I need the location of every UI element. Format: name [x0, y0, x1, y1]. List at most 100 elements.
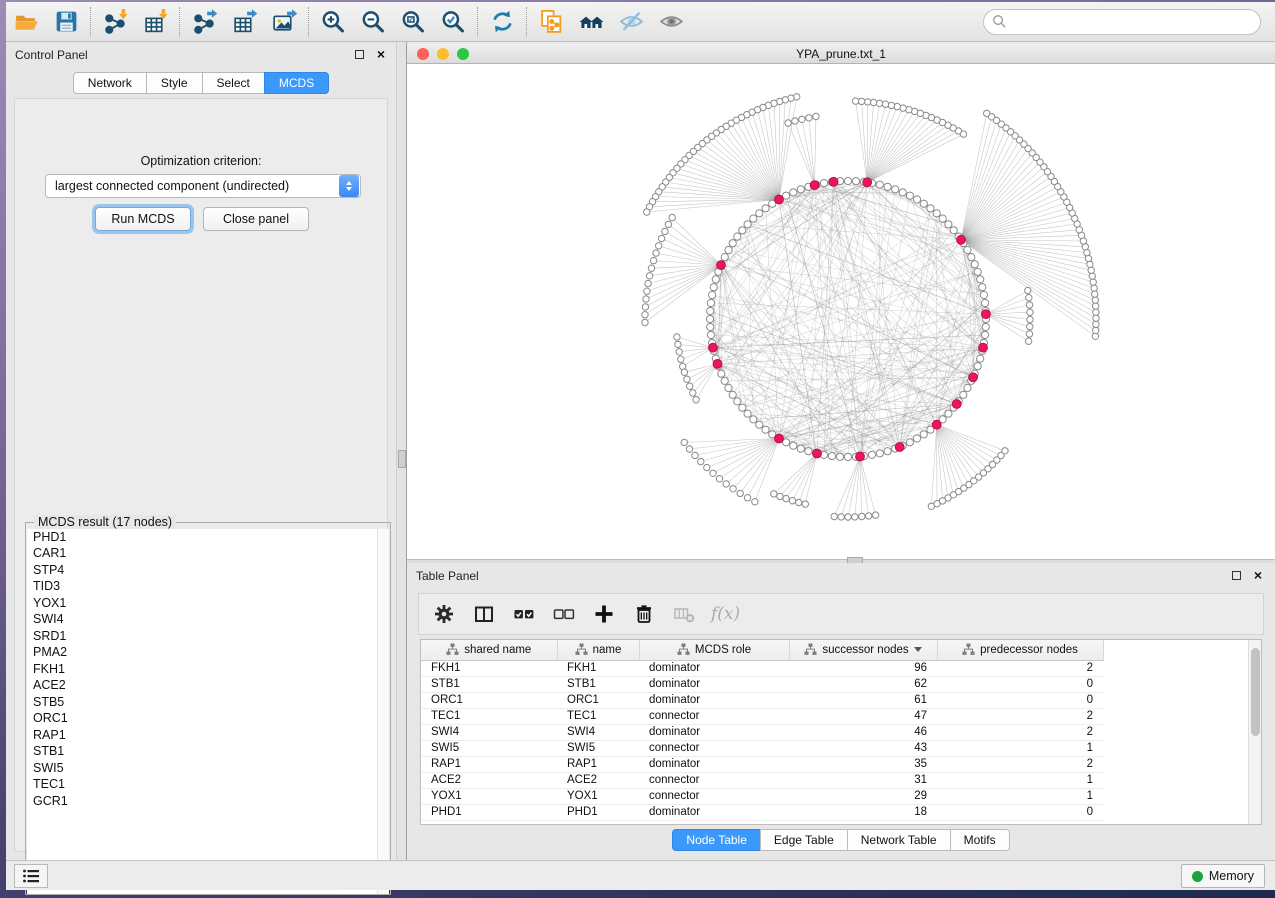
graph-node[interactable] — [756, 210, 763, 217]
graph-node[interactable] — [899, 189, 906, 196]
graph-node[interactable] — [968, 254, 975, 261]
tab-network-table[interactable]: Network Table — [847, 829, 950, 851]
cell-shared_name[interactable]: STB1 — [421, 676, 557, 692]
graph-leaf-node[interactable] — [882, 101, 888, 107]
mcds-result-item[interactable]: YOX1 — [27, 595, 379, 612]
graph-leaf-node[interactable] — [1088, 267, 1094, 273]
column-header-MCDS-role[interactable]: MCDS role — [639, 640, 789, 660]
graph-node[interactable] — [709, 291, 716, 298]
mcds-result-item[interactable]: SWI4 — [27, 612, 379, 629]
graph-leaf-node[interactable] — [642, 312, 648, 318]
cell-successor_nodes[interactable]: 62 — [789, 676, 937, 692]
graph-node[interactable] — [974, 363, 981, 370]
graph-node[interactable] — [712, 276, 719, 283]
graph-leaf-node[interactable] — [1093, 321, 1099, 327]
graph-node[interactable] — [920, 431, 927, 438]
graph-mcds-node[interactable] — [717, 261, 726, 270]
graph-leaf-node[interactable] — [796, 499, 802, 505]
graph-node[interactable] — [906, 439, 913, 446]
graph-leaf-node[interactable] — [1092, 297, 1098, 303]
graph-leaf-node[interactable] — [737, 490, 743, 496]
graph-leaf-node[interactable] — [1092, 333, 1098, 339]
graph-node[interactable] — [828, 453, 835, 460]
graph-leaf-node[interactable] — [1090, 279, 1096, 285]
cell-predecessor_nodes[interactable]: 1 — [937, 788, 1103, 804]
graph-node[interactable] — [710, 284, 717, 291]
network-graph[interactable] — [407, 64, 1275, 559]
close-panel-button[interactable]: × — [374, 47, 388, 61]
graph-node[interactable] — [945, 410, 952, 417]
graph-node[interactable] — [797, 186, 804, 193]
tab-motifs[interactable]: Motifs — [950, 829, 1010, 851]
optimization-criterion-select[interactable]: largest connected component (undirected) — [45, 174, 361, 198]
graph-node[interactable] — [927, 205, 934, 212]
cell-shared_name[interactable]: ORC1 — [421, 692, 557, 708]
run-mcds-button[interactable]: Run MCDS — [95, 207, 191, 231]
graph-leaf-node[interactable] — [806, 115, 812, 121]
graph-leaf-node[interactable] — [859, 513, 865, 519]
graph-leaf-node[interactable] — [858, 98, 864, 104]
graph-node[interactable] — [876, 181, 883, 188]
export-network-button[interactable] — [184, 5, 224, 39]
graph-node[interactable] — [868, 451, 875, 458]
column-header-shared-name[interactable]: shared name — [421, 640, 557, 660]
cell-name[interactable]: FKH1 — [557, 660, 639, 676]
columns-button[interactable] — [471, 601, 497, 627]
graph-leaf-node[interactable] — [642, 304, 648, 310]
graph-leaf-node[interactable] — [687, 383, 693, 389]
cell-mcds_role[interactable]: connector — [639, 708, 789, 724]
first-neighbors-button[interactable] — [571, 5, 611, 39]
graph-mcds-node[interactable] — [932, 420, 941, 429]
graph-node[interactable] — [964, 246, 971, 253]
table-row[interactable]: RAP1RAP1dominator352 — [421, 756, 1103, 772]
graph-leaf-node[interactable] — [866, 513, 872, 519]
cell-mcds_role[interactable]: dominator — [639, 756, 789, 772]
graph-node[interactable] — [892, 186, 899, 193]
graph-leaf-node[interactable] — [710, 470, 716, 476]
graph-leaf-node[interactable] — [1025, 287, 1031, 293]
graph-leaf-node[interactable] — [1093, 327, 1099, 333]
graph-node[interactable] — [744, 221, 751, 228]
graph-leaf-node[interactable] — [656, 243, 662, 249]
graph-leaf-node[interactable] — [684, 376, 690, 382]
zoom-in-button[interactable] — [313, 5, 353, 39]
graph-mcds-node[interactable] — [709, 343, 718, 352]
zoom-out-button[interactable] — [353, 5, 393, 39]
graph-node[interactable] — [920, 200, 927, 207]
mcds-result-item[interactable]: CAR1 — [27, 546, 379, 563]
graph-mcds-node[interactable] — [895, 443, 904, 452]
graph-leaf-node[interactable] — [1027, 324, 1033, 330]
export-image-button[interactable] — [264, 5, 304, 39]
mcds-result-item[interactable]: STB5 — [27, 694, 379, 711]
table-row[interactable]: SWI4SWI4dominator462 — [421, 724, 1103, 740]
deselect-all-button[interactable] — [551, 601, 577, 627]
graph-leaf-node[interactable] — [662, 228, 668, 234]
graph-node[interactable] — [750, 416, 757, 423]
mcds-result-item[interactable]: STP4 — [27, 562, 379, 579]
graph-leaf-node[interactable] — [1002, 448, 1008, 454]
cell-mcds_role[interactable]: dominator — [639, 660, 789, 676]
graph-mcds-node[interactable] — [810, 181, 819, 190]
mcds-result-item[interactable]: RAP1 — [27, 727, 379, 744]
cell-predecessor_nodes[interactable]: 0 — [937, 676, 1103, 692]
mcds-result-item[interactable]: TEC1 — [27, 777, 379, 794]
cell-name[interactable]: ORC1 — [557, 692, 639, 708]
vertical-split-divider[interactable] — [396, 42, 407, 860]
add-row-button[interactable] — [591, 601, 617, 627]
close-panel-button[interactable]: × — [1251, 568, 1265, 582]
graph-leaf-node[interactable] — [870, 99, 876, 105]
cell-mcds_role[interactable]: connector — [639, 788, 789, 804]
table-row[interactable]: FKH1FKH1dominator962 — [421, 660, 1103, 676]
close-panel-button-mcds[interactable]: Close panel — [203, 207, 309, 231]
graph-node[interactable] — [706, 315, 713, 322]
graph-leaf-node[interactable] — [900, 105, 906, 111]
tab-node-table[interactable]: Node Table — [672, 829, 760, 851]
graph-leaf-node[interactable] — [792, 118, 798, 124]
cell-successor_nodes[interactable]: 43 — [789, 740, 937, 756]
cell-name[interactable]: SWI4 — [557, 724, 639, 740]
graph-mcds-node[interactable] — [813, 449, 822, 458]
mcds-list-scrollbar[interactable] — [377, 529, 389, 894]
graph-node[interactable] — [762, 205, 769, 212]
graph-node[interactable] — [721, 377, 728, 384]
float-panel-button[interactable] — [1229, 568, 1243, 582]
